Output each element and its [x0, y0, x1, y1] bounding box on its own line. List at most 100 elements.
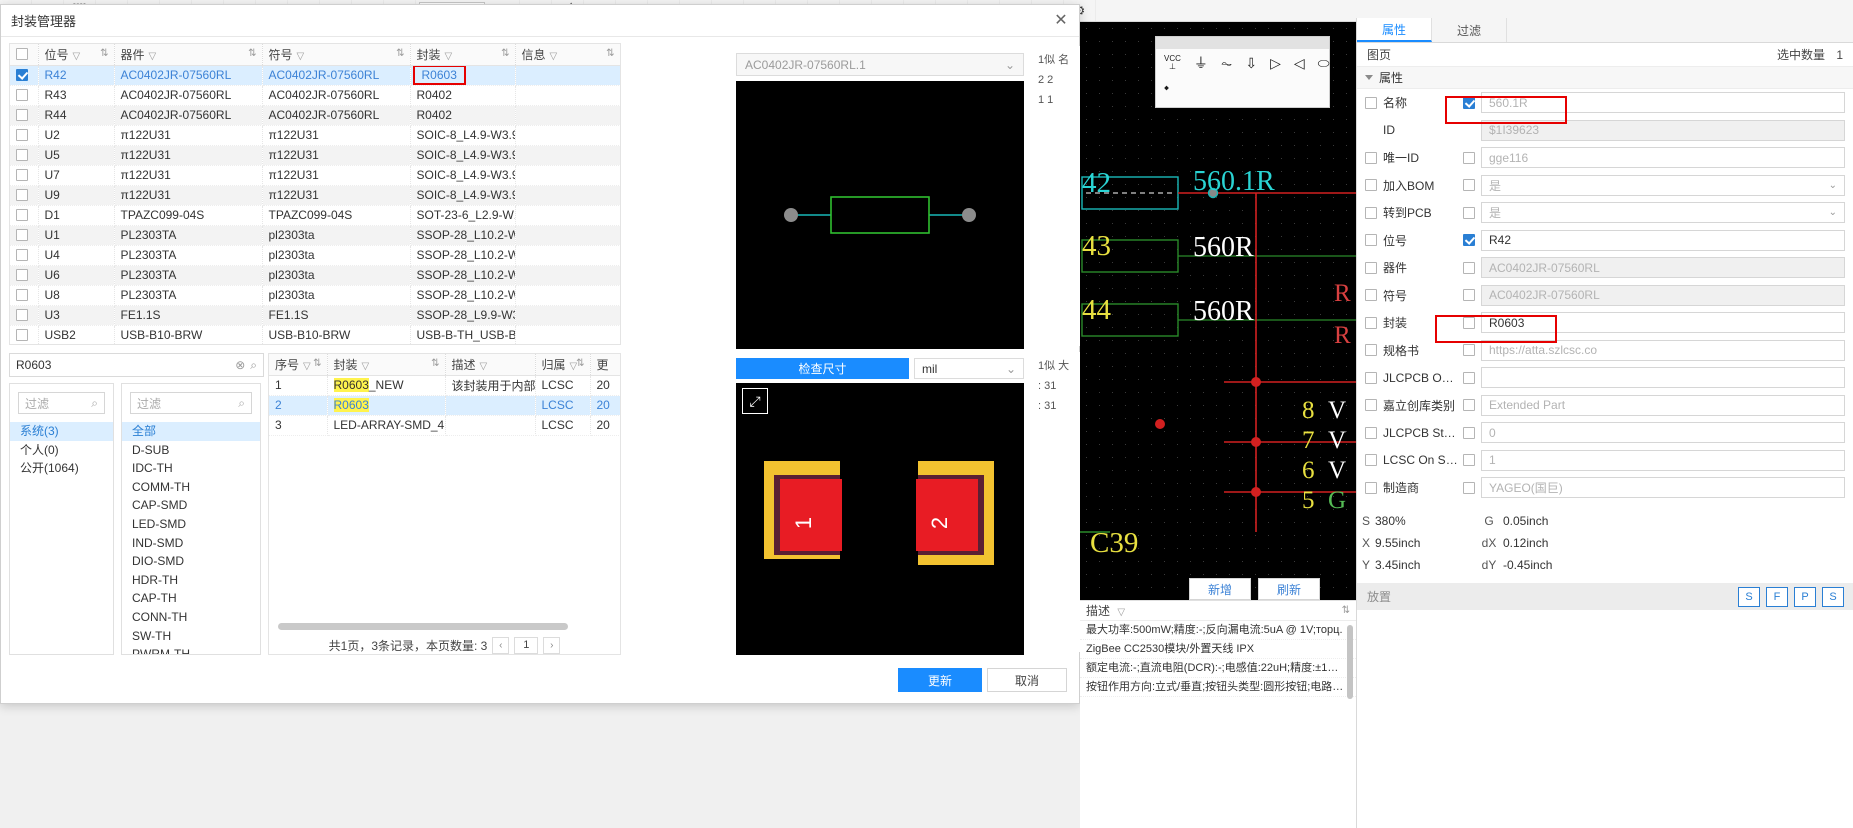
collapse-triangle-icon[interactable]: [1365, 75, 1373, 80]
search-icon[interactable]: ⌕: [91, 396, 98, 411]
category-list-item[interactable]: COMM-TH: [122, 478, 260, 497]
cell-device[interactable]: PL2303TA: [114, 225, 263, 246]
cell-footprint[interactable]: SSOP-28_L10.2-W5.3-P: [417, 228, 515, 242]
property-value-field[interactable]: 560.1R: [1481, 92, 1845, 114]
cell-res-updated[interactable]: 20: [590, 415, 620, 436]
cell-device[interactable]: π122U31: [114, 185, 263, 206]
cell-designator[interactable]: R44: [38, 105, 115, 126]
row-checkbox[interactable]: [16, 189, 28, 201]
cell-footprint[interactable]: SSOP-28_L10.2-W5.3-P: [417, 248, 515, 262]
col-res-footprint[interactable]: 封装 ▽ ⇅: [327, 354, 446, 376]
description-line[interactable]: ZigBee CC2530模块/外置天线 IPX: [1080, 640, 1356, 659]
scope-filter-input[interactable]: 过滤 ⌕: [18, 392, 105, 414]
property-value-checkbox[interactable]: [1463, 234, 1475, 247]
cell-res-footprint[interactable]: R0603_NEW: [327, 375, 446, 396]
next-page-button[interactable]: ›: [543, 636, 561, 654]
net-label[interactable]: 7: [1302, 427, 1315, 455]
cell-info[interactable]: [515, 125, 620, 146]
property-label-checkbox[interactable]: [1365, 454, 1377, 467]
cell-designator[interactable]: USB2: [38, 325, 115, 344]
net-label[interactable]: 560.1R: [1193, 166, 1275, 198]
row-checkbox-cell[interactable]: [10, 65, 39, 86]
cell-device[interactable]: USB-B10-BRW: [114, 325, 263, 344]
scope-list-item[interactable]: 公开(1064): [10, 459, 113, 478]
cell-designator[interactable]: R43: [38, 85, 115, 106]
refresh-button[interactable]: 刷新: [1258, 578, 1320, 600]
description-line[interactable]: 额定电流:-;直流电阻(DCR):-;电感值:22uH;精度:±1…: [1080, 659, 1356, 678]
property-value-field[interactable]: AC0402JR-07560RL: [1481, 284, 1845, 306]
place-button-f[interactable]: F: [1766, 586, 1788, 607]
row-checkbox-cell[interactable]: [10, 185, 39, 206]
property-label-checkbox[interactable]: [1365, 344, 1377, 357]
col-symbol[interactable]: 符号 ▽ ⇅: [262, 44, 411, 66]
prev-page-button[interactable]: ‹: [492, 636, 510, 654]
sort-icon[interactable]: ⇅: [100, 48, 108, 59]
property-label-checkbox[interactable]: [1365, 371, 1377, 384]
scope-list[interactable]: 系统(3) 个人(0) 公开(1064): [10, 418, 113, 478]
net-label[interactable]: R: [1334, 280, 1351, 308]
search-icon[interactable]: ⌕: [250, 358, 257, 373]
tab-filter[interactable]: 过滤: [1432, 18, 1507, 42]
cell-symbol[interactable]: pl2303ta: [262, 285, 411, 306]
col-designator[interactable]: 位号 ▽ ⇅: [38, 44, 115, 66]
table-row[interactable]: U5π122U31π122U31SOIC-8_L4.9-W3.9-P1.27: [10, 145, 620, 166]
cancel-button[interactable]: 取消: [987, 668, 1067, 692]
footprint-preview-canvas[interactable]: 1 2: [736, 383, 1024, 655]
property-label-checkbox[interactable]: [1365, 96, 1377, 109]
property-label-checkbox[interactable]: [1365, 151, 1377, 164]
cell-symbol[interactable]: AC0402JR-07560RL: [262, 85, 411, 106]
row-checkbox-cell[interactable]: [10, 265, 39, 286]
cell-footprint[interactable]: R0603: [412, 65, 466, 84]
sort-icon[interactable]: ⇅: [313, 358, 321, 369]
property-value-checkbox[interactable]: [1463, 344, 1475, 357]
table-row[interactable]: U2π122U31π122U31SOIC-8_L4.9-W3.9-P1.27: [10, 125, 620, 146]
table-row[interactable]: U3FE1.1SFE1.1SSSOP-28_L9.9-W3.9-P0.: [10, 305, 620, 326]
property-value-checkbox[interactable]: [1463, 206, 1475, 219]
property-value-field[interactable]: YAGEO(国巨): [1481, 477, 1845, 499]
page-number-input[interactable]: 1: [514, 636, 539, 654]
components-table[interactable]: 位号 ▽ ⇅ 器件 ▽ ⇅ 符号 ▽ ⇅ 封装 ▽ ⇅ 信息 ▽ ⇅ R42 AC0402JR-075…: [9, 43, 621, 345]
net-label[interactable]: V: [1328, 427, 1346, 455]
filter-icon[interactable]: ▽: [73, 51, 81, 62]
cell-footprint[interactable]: SSOP-28_L10.2-W5.3-P: [417, 288, 515, 302]
row-checkbox[interactable]: [16, 329, 28, 341]
cell-info[interactable]: [515, 265, 620, 286]
cell-info[interactable]: [515, 185, 620, 206]
description-line[interactable]: 按钮作用方向:立式/垂直;按钮头类型:圆形按钮;电路…: [1080, 678, 1356, 697]
properties-group-header[interactable]: 属性: [1357, 67, 1853, 89]
cell-res-owner[interactable]: LCSC: [535, 375, 591, 396]
row-checkbox[interactable]: [16, 269, 28, 281]
sort-icon[interactable]: ⇅: [431, 358, 439, 369]
cell-footprint[interactable]: R0402: [417, 108, 452, 122]
description-line[interactable]: 最大功率:500mW;精度:-;反向漏电流:5uA @ 1V;торц.: [1080, 621, 1356, 640]
update-button[interactable]: 更新: [898, 668, 982, 692]
cell-device[interactable]: π122U31: [114, 125, 263, 146]
cell-symbol[interactable]: pl2303ta: [262, 265, 411, 286]
place-button-p[interactable]: P: [1794, 586, 1816, 607]
sort-icon[interactable]: ⇅: [606, 48, 614, 59]
table-row[interactable]: R43 AC0402JR-07560RL AC0402JR-07560RL R0402: [10, 85, 620, 106]
net-label[interactable]: R: [1334, 322, 1351, 350]
cell-device[interactable]: AC0402JR-07560RL: [114, 65, 263, 86]
col-res-owner[interactable]: 归属 ▽ ⇅: [535, 354, 591, 376]
cell-device[interactable]: PL2303TA: [114, 265, 263, 286]
filter-icon[interactable]: ▽: [303, 361, 311, 372]
cell-info[interactable]: [515, 245, 620, 266]
cell-device[interactable]: TPAZC099-04S: [114, 205, 263, 226]
property-value-checkbox[interactable]: [1463, 96, 1475, 109]
net-label[interactable]: V: [1328, 397, 1346, 425]
cell-info[interactable]: [515, 105, 620, 126]
category-list-item[interactable]: SW-TH: [122, 627, 260, 646]
table-row[interactable]: R44 AC0402JR-07560RL AC0402JR-07560RL R0402: [10, 105, 620, 126]
select-all-header[interactable]: [10, 44, 39, 66]
row-checkbox-cell[interactable]: [10, 285, 39, 306]
unit-select[interactable]: mil ⌄: [914, 358, 1024, 379]
cell-device[interactable]: FE1.1S: [114, 305, 263, 326]
chevron-down-icon[interactable]: ⌄: [1829, 180, 1837, 191]
property-value-checkbox[interactable]: [1463, 179, 1475, 192]
cell-res-updated[interactable]: 20: [590, 395, 620, 416]
cell-footprint[interactable]: SOIC-8_L4.9-W3.9-P1.27: [417, 128, 515, 142]
category-list-item[interactable]: IDC-TH: [122, 459, 260, 478]
cell-info[interactable]: [515, 65, 620, 86]
cell-footprint[interactable]: R0402: [417, 88, 452, 102]
